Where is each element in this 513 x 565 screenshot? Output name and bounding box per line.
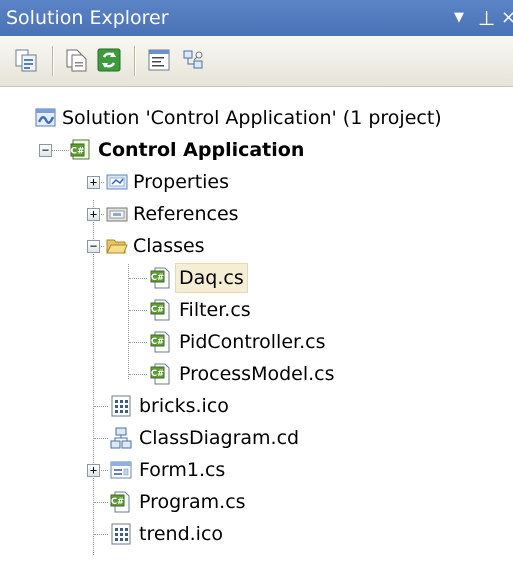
tree-item-project[interactable]: − C# Control Application xyxy=(0,134,513,166)
tree-item-classdiagram[interactable]: ClassDiagram.cd xyxy=(0,422,513,454)
class-diagram-file-icon xyxy=(110,427,132,449)
toolbar-separator xyxy=(134,46,135,76)
form1-label: Form1.cs xyxy=(139,459,226,481)
tree-item-references[interactable]: + References xyxy=(0,198,513,230)
refresh-button[interactable] xyxy=(96,47,122,73)
solution-label: Solution 'Control Application' (1 projec… xyxy=(62,107,442,129)
tree-item-program[interactable]: C# Program.cs xyxy=(0,486,513,518)
classdiagram-label: ClassDiagram.cd xyxy=(139,427,300,449)
properties-folder-icon xyxy=(106,174,128,190)
pidcontroller-label: PidController.cs xyxy=(179,331,326,353)
tree-item-form1[interactable]: + Form1.cs xyxy=(0,454,513,486)
svg-text:C#: C# xyxy=(151,337,164,347)
svg-text:C#: C# xyxy=(70,147,84,157)
properties-icon xyxy=(15,49,37,72)
svg-text:C#: C# xyxy=(111,497,124,507)
csharp-file-icon: C# xyxy=(150,331,170,353)
auto-hide-pin-button[interactable]: ⊥ xyxy=(478,0,495,36)
expand-toggle[interactable]: + xyxy=(87,464,100,477)
references-label: References xyxy=(133,203,239,225)
tree-item-pidcontroller[interactable]: C# PidController.cs xyxy=(0,326,513,358)
svg-text:C#: C# xyxy=(151,305,164,315)
expand-toggle[interactable]: + xyxy=(87,208,100,221)
references-folder-icon xyxy=(106,207,128,222)
project-label: Control Application xyxy=(98,139,305,161)
view-code-button[interactable] xyxy=(146,47,172,73)
show-all-files-button[interactable] xyxy=(64,47,90,73)
icon-file-icon xyxy=(111,523,131,545)
csharp-project-icon: C# xyxy=(70,139,90,160)
tree-item-bricks[interactable]: bricks.ico xyxy=(0,390,513,422)
tree-item-properties[interactable]: + Properties xyxy=(0,166,513,198)
solution-tree: Solution 'Control Application' (1 projec… xyxy=(0,86,513,565)
tree-item-solution[interactable]: Solution 'Control Application' (1 projec… xyxy=(0,102,513,134)
bricks-label: bricks.ico xyxy=(139,395,229,417)
csharp-file-icon: C# xyxy=(150,363,170,385)
daq-label: Daq.cs xyxy=(175,263,248,293)
window-menu-button[interactable]: ▼ xyxy=(454,0,464,36)
expand-toggle[interactable]: + xyxy=(87,176,100,189)
tree-item-classes[interactable]: − Classes xyxy=(0,230,513,262)
form-file-icon xyxy=(110,461,132,479)
tree-item-processmodel[interactable]: C# ProcessModel.cs xyxy=(0,358,513,390)
show-all-files-icon xyxy=(66,49,87,72)
processmodel-label: ProcessModel.cs xyxy=(179,363,335,385)
close-button[interactable]: × xyxy=(501,0,513,36)
program-label: Program.cs xyxy=(139,491,246,513)
classes-label: Classes xyxy=(133,235,205,257)
filter-label: Filter.cs xyxy=(179,299,251,321)
view-code-icon xyxy=(148,49,170,71)
icon-file-icon xyxy=(111,395,131,417)
toolbar-separator xyxy=(52,46,53,76)
csharp-file-icon: C# xyxy=(150,299,170,321)
tree-item-trend[interactable]: trend.ico xyxy=(0,518,513,550)
toolbar xyxy=(0,36,513,87)
panel-titlebar: Solution Explorer ▼ ⊥ × xyxy=(0,0,513,36)
collapse-toggle[interactable]: − xyxy=(39,144,52,157)
tree-item-daq[interactable]: C# Daq.cs xyxy=(0,262,513,294)
svg-text:C#: C# xyxy=(151,369,164,379)
csharp-file-icon: C# xyxy=(150,267,170,289)
trend-label: trend.ico xyxy=(139,523,224,545)
solution-icon xyxy=(35,108,56,127)
collapse-toggle[interactable]: − xyxy=(87,240,100,253)
tree-item-filter[interactable]: C# Filter.cs xyxy=(0,294,513,326)
properties-button[interactable] xyxy=(14,47,40,73)
open-folder-icon xyxy=(106,239,128,254)
properties-label: Properties xyxy=(133,171,230,193)
view-class-diagram-button[interactable] xyxy=(180,47,206,73)
csharp-file-icon: C# xyxy=(110,491,130,513)
svg-text:C#: C# xyxy=(151,273,164,283)
class-diagram-icon xyxy=(183,50,203,69)
refresh-icon xyxy=(97,48,121,72)
panel-title: Solution Explorer xyxy=(6,7,169,29)
